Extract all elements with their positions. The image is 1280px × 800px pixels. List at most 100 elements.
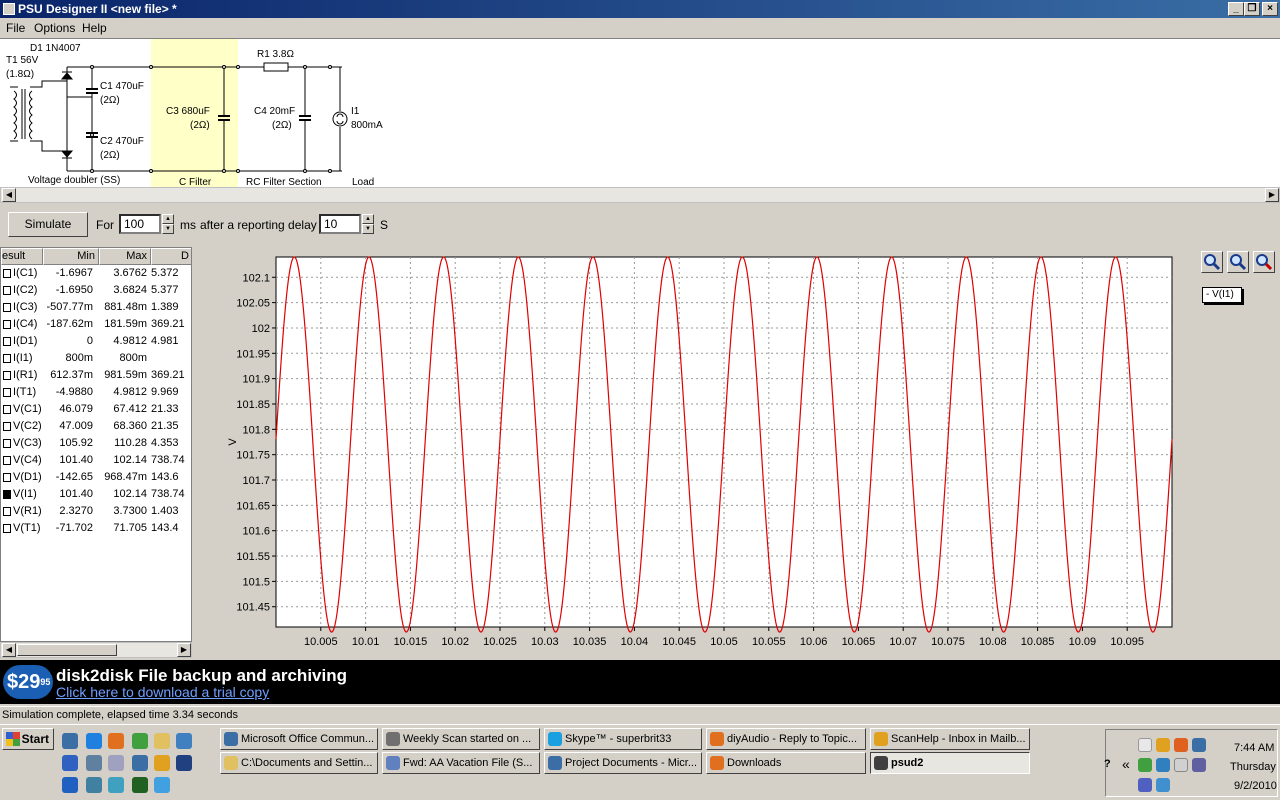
ad-banner[interactable]: $2995 disk2disk File backup and archivin… — [0, 660, 1280, 704]
taskbar-button[interactable]: Project Documents - Micr... — [544, 752, 702, 774]
quick-launch-icon[interactable] — [62, 733, 78, 749]
results-scrollbar[interactable]: ◀ ▶ — [0, 642, 192, 658]
quick-launch-icon[interactable] — [132, 733, 148, 749]
result-checkbox[interactable] — [3, 354, 11, 363]
clock-date[interactable]: 9/2/2010 — [1234, 780, 1277, 792]
section-voltage-doubler[interactable]: Voltage doubler (SS) — [28, 175, 120, 186]
result-checkbox[interactable] — [3, 490, 11, 499]
start-button[interactable]: Start — [2, 728, 54, 750]
taskbar-button[interactable]: Fwd: AA Vacation File (S... — [382, 752, 540, 774]
quick-launch-icon[interactable] — [108, 755, 124, 771]
result-checkbox[interactable] — [3, 388, 11, 397]
schematic-panel[interactable]: T1 56V (1.8Ω) D1 1N4007 C1 470uF (2Ω) C2… — [0, 38, 1280, 188]
clock-day[interactable]: Thursday — [1230, 761, 1276, 773]
header-d[interactable]: D — [151, 248, 191, 265]
table-row[interactable]: V(C1) 46.079 67.412 21.33 — [1, 401, 191, 418]
header-max[interactable]: Max — [99, 248, 151, 265]
result-checkbox[interactable] — [3, 507, 11, 516]
menu-help[interactable]: Help — [82, 21, 107, 35]
results-scroll-thumb[interactable] — [17, 644, 117, 656]
quick-launch-icon[interactable] — [86, 755, 102, 771]
quick-launch-icon[interactable] — [62, 755, 78, 771]
app-icon[interactable] — [3, 3, 15, 15]
table-row[interactable]: I(C4) -187.62m 181.59m 369.21 — [1, 316, 191, 333]
taskbar-button[interactable]: psud2 — [870, 752, 1030, 774]
tray-expand-icon[interactable]: « — [1122, 756, 1130, 772]
result-checkbox[interactable] — [3, 405, 11, 414]
quick-launch-icon[interactable] — [62, 777, 78, 793]
tray-icon-5[interactable] — [1138, 758, 1152, 772]
table-row[interactable]: I(D1) 0 4.9812 4.981 — [1, 333, 191, 350]
table-row[interactable]: V(D1) -142.65 968.47m 143.6 — [1, 469, 191, 486]
table-row[interactable]: V(R1) 2.3270 3.7300 1.403 — [1, 503, 191, 520]
quick-launch-icon[interactable] — [154, 733, 170, 749]
menu-file[interactable]: File — [6, 21, 25, 35]
taskbar-button[interactable]: Microsoft Office Commun... — [220, 728, 378, 750]
clock-time[interactable]: 7:44 AM — [1234, 742, 1274, 754]
simulate-button[interactable]: Simulate — [8, 212, 88, 237]
taskbar-button[interactable]: Skype™ - superbrit33 — [544, 728, 702, 750]
table-row[interactable]: I(R1) 612.37m 981.59m 369.21 — [1, 367, 191, 384]
result-checkbox[interactable] — [3, 439, 11, 448]
tray-icon-6[interactable] — [1156, 758, 1170, 772]
result-checkbox[interactable] — [3, 422, 11, 431]
header-result[interactable]: esult — [1, 248, 43, 265]
help-icon[interactable]: ? — [1104, 758, 1111, 770]
tray-icon-2[interactable] — [1156, 738, 1170, 752]
zoom-out-button[interactable] — [1227, 251, 1249, 273]
table-row[interactable]: I(T1) -4.9880 4.9812 9.969 — [1, 384, 191, 401]
table-row[interactable]: I(C2) -1.6950 3.6824 5.377 — [1, 282, 191, 299]
tray-icon-7[interactable] — [1174, 758, 1188, 772]
result-checkbox[interactable] — [3, 524, 11, 533]
minimize-button[interactable]: _ — [1228, 2, 1244, 16]
result-checkbox[interactable] — [3, 337, 11, 346]
result-checkbox[interactable] — [3, 371, 11, 380]
quick-launch-icon[interactable] — [108, 777, 124, 793]
results-table[interactable]: esult Min Max D I(C1) -1.6967 3.6762 5.372 I… — [0, 247, 192, 642]
table-row[interactable]: V(C3) 105.92 110.28 4.353 — [1, 435, 191, 452]
restore-button[interactable]: ❐ — [1244, 2, 1260, 16]
tray-icon-10[interactable] — [1156, 778, 1170, 792]
zoom-in-button[interactable] — [1201, 251, 1223, 273]
zoom-reset-button[interactable] — [1253, 251, 1275, 273]
banner-link[interactable]: Click here to download a trial copy — [56, 684, 269, 700]
results-scroll-left[interactable]: ◀ — [2, 643, 16, 657]
result-checkbox[interactable] — [3, 456, 11, 465]
scroll-right-arrow[interactable]: ▶ — [1265, 188, 1279, 202]
quick-launch-icon[interactable] — [86, 733, 102, 749]
quick-launch-icon[interactable] — [176, 755, 192, 771]
close-button[interactable]: × — [1262, 2, 1278, 16]
taskbar-button[interactable]: Weekly Scan started on ... — [382, 728, 540, 750]
tray-icon-1[interactable] — [1138, 738, 1152, 752]
tray-icon-3[interactable] — [1174, 738, 1188, 752]
quick-launch-icon[interactable] — [132, 755, 148, 771]
taskbar-button[interactable]: ScanHelp - Inbox in Mailb... — [870, 728, 1030, 750]
quick-launch-icon[interactable] — [154, 755, 170, 771]
chart-area[interactable]: 102.1 102.05 102 101.95 101.9 101.85 101.8 101.… — [196, 247, 1280, 658]
waveform-chart[interactable]: 102.1 102.05 102 101.95 101.9 101.85 101.8 101.… — [196, 247, 1280, 658]
quick-launch-icon[interactable] — [176, 733, 192, 749]
tray-icon-9[interactable] — [1138, 778, 1152, 792]
results-scroll-right[interactable]: ▶ — [177, 643, 191, 657]
result-checkbox[interactable] — [3, 269, 11, 278]
tray-icon-8[interactable] — [1192, 758, 1206, 772]
schematic-scrollbar[interactable]: ◀ ▶ — [0, 187, 1280, 203]
tray-icon-4[interactable] — [1192, 738, 1206, 752]
table-row[interactable]: V(C4) 101.40 102.14 738.74 — [1, 452, 191, 469]
chart-legend[interactable]: - V(I1) — [1202, 287, 1242, 303]
taskbar-button[interactable]: Downloads — [706, 752, 866, 774]
quick-launch-icon[interactable] — [154, 777, 170, 793]
table-row[interactable]: V(C2) 47.009 68.360 21.35 — [1, 418, 191, 435]
delay-input[interactable]: 10 — [319, 214, 361, 234]
result-checkbox[interactable] — [3, 320, 11, 329]
quick-launch-icon[interactable] — [108, 733, 124, 749]
result-checkbox[interactable] — [3, 286, 11, 295]
table-row[interactable]: I(C3) -507.77m 881.48m 1.389 — [1, 299, 191, 316]
duration-spinner[interactable]: ▲ ▼ — [162, 214, 174, 234]
duration-input[interactable]: 100 — [119, 214, 161, 234]
delay-spinner[interactable]: ▲ ▼ — [362, 214, 374, 234]
menu-options[interactable]: Options — [34, 21, 75, 35]
result-checkbox[interactable] — [3, 473, 11, 482]
table-row[interactable]: I(C1) -1.6967 3.6762 5.372 — [1, 265, 191, 282]
table-row[interactable]: I(I1) 800m 800m — [1, 350, 191, 367]
